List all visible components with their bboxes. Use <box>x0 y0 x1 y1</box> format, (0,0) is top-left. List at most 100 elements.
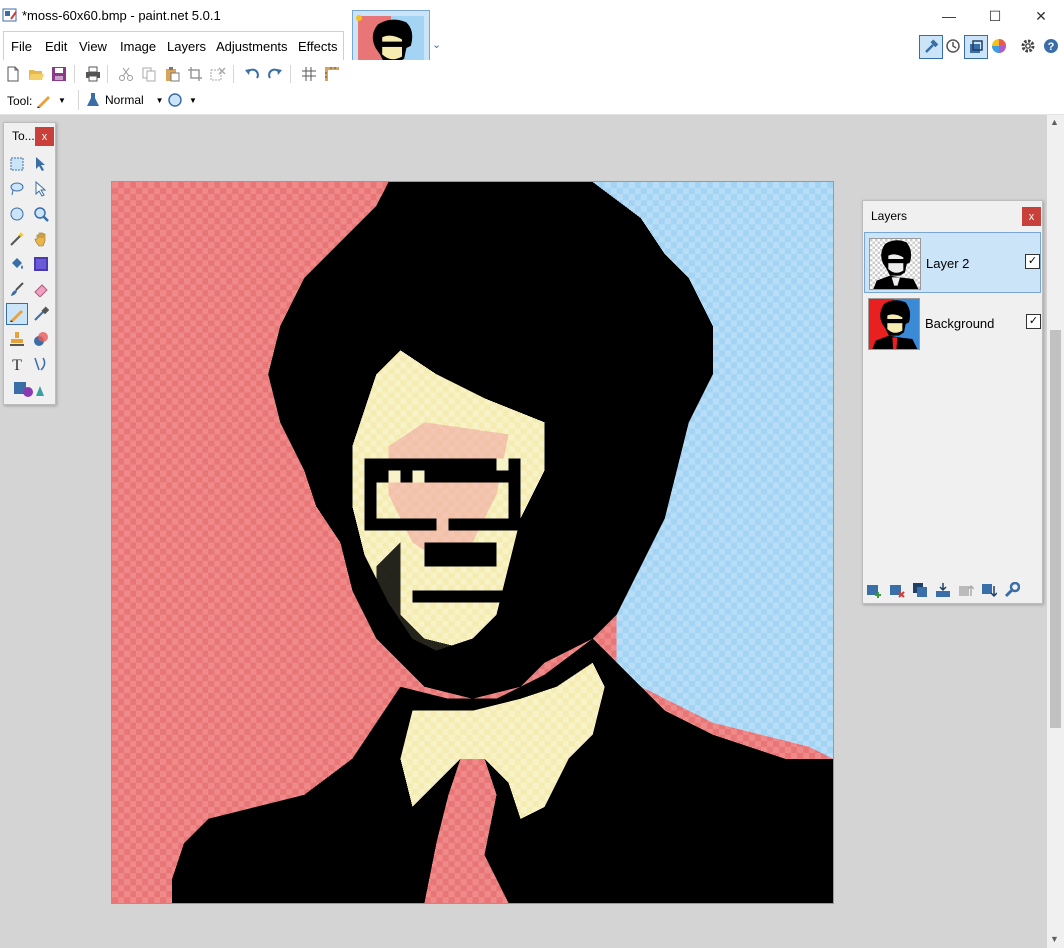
maximize-button[interactable]: ☐ <box>972 0 1018 32</box>
paintbrush-icon <box>11 282 24 296</box>
hammer-icon <box>925 39 939 53</box>
blend-mode-dropdown[interactable]: Normal ▼ <box>85 91 165 109</box>
move-selected-tool[interactable] <box>30 153 52 175</box>
magic-wand-icon <box>10 232 24 246</box>
shapes-tool[interactable] <box>12 378 46 400</box>
ellipse-select-icon <box>10 207 24 221</box>
layers-window-close-button[interactable]: x <box>1022 207 1041 226</box>
menu-layers[interactable]: Layers <box>167 39 206 54</box>
layers-icon <box>970 40 983 53</box>
pan-tool[interactable] <box>30 228 52 250</box>
paint-bucket-icon <box>12 258 23 269</box>
merge-layer-down-button[interactable] <box>934 581 952 599</box>
move-layer-down-button[interactable] <box>980 581 998 599</box>
rulers-button[interactable] <box>322 64 342 84</box>
deselect-button[interactable] <box>208 64 228 84</box>
lasso-icon <box>10 182 24 196</box>
move-selection-tool[interactable] <box>30 178 52 200</box>
cut-button[interactable] <box>116 64 136 84</box>
duplicate-layer-button[interactable] <box>911 581 929 599</box>
pencil-tool[interactable] <box>6 303 28 325</box>
save-button[interactable] <box>49 64 69 84</box>
color-wheel-icon <box>992 39 1006 53</box>
text-tool[interactable]: T <box>6 353 28 375</box>
menu-adjustments[interactable]: Adjustments <box>216 39 288 54</box>
print-button[interactable] <box>83 64 103 84</box>
merge-down-icon <box>936 583 950 597</box>
paste-button[interactable] <box>162 64 182 84</box>
undo-icon <box>245 68 259 79</box>
antialiasing-dropdown[interactable]: ▼ <box>167 91 199 109</box>
crop-button[interactable] <box>185 64 205 84</box>
paste-icon <box>166 67 180 82</box>
text-icon: T <box>12 357 22 372</box>
crop-icon <box>188 67 202 81</box>
paintbrush-tool[interactable] <box>6 278 28 300</box>
checkmark-icon: ✓ <box>1027 255 1038 267</box>
tool-picker[interactable]: ▼ <box>36 91 68 109</box>
layer-visibility-checkbox[interactable]: ✓ <box>1026 314 1041 329</box>
redo-button[interactable] <box>265 64 285 84</box>
close-button[interactable]: ✕ <box>1018 0 1064 32</box>
pixel-grid-button[interactable] <box>299 64 319 84</box>
scroll-down-arrow-icon[interactable]: ▼ <box>1050 934 1059 944</box>
image-canvas[interactable] <box>111 181 834 904</box>
colors-toggle-button[interactable] <box>988 35 1010 57</box>
scrollbar-thumb[interactable] <box>1050 330 1061 728</box>
delete-layer-icon <box>890 585 905 598</box>
recolor-tool[interactable] <box>30 328 52 350</box>
zoom-tool[interactable] <box>30 203 52 225</box>
line-curve-tool[interactable] <box>30 353 52 375</box>
history-toggle-button[interactable] <box>942 35 964 57</box>
layer-properties-button[interactable] <box>1003 581 1021 599</box>
eraser-icon <box>34 284 48 297</box>
ellipse-select-tool[interactable] <box>6 203 28 225</box>
rectangle-select-tool[interactable] <box>6 153 28 175</box>
add-layer-button[interactable] <box>865 581 883 599</box>
lasso-select-tool[interactable] <box>6 178 28 200</box>
svg-text:?: ? <box>1048 41 1055 53</box>
help-button[interactable]: ? <box>1040 35 1062 57</box>
background-layer-thumbnail <box>868 298 920 350</box>
zoom-icon <box>34 207 49 222</box>
magic-wand-tool[interactable] <box>6 228 28 250</box>
tools-window-title: To... <box>12 129 35 143</box>
close-icon: ✕ <box>1035 7 1047 24</box>
new-button[interactable] <box>3 64 23 84</box>
menu-effects[interactable]: Effects <box>298 39 338 54</box>
paint-bucket-tool[interactable] <box>6 253 28 275</box>
move-layer-up-button[interactable] <box>957 581 975 599</box>
delete-layer-button[interactable] <box>888 581 906 599</box>
clone-stamp-tool[interactable] <box>6 328 28 350</box>
menu-file[interactable]: File <box>11 39 32 54</box>
toolbar-separator <box>74 65 75 83</box>
undo-button[interactable] <box>242 64 262 84</box>
menu-view[interactable]: View <box>79 39 107 54</box>
layer-row-background[interactable]: Background ✓ <box>864 293 1041 352</box>
copy-button[interactable] <box>139 64 159 84</box>
open-button[interactable] <box>26 64 46 84</box>
layer-visibility-checkbox[interactable]: ✓ <box>1025 254 1040 269</box>
settings-button[interactable] <box>1017 35 1039 57</box>
layers-toggle-button[interactable] <box>964 35 988 59</box>
tool-label: Tool: <box>7 94 33 108</box>
menu-image[interactable]: Image <box>120 39 156 54</box>
wrench-icon <box>1004 582 1020 598</box>
layer-row-layer-2[interactable]: Layer 2 ✓ <box>864 232 1041 293</box>
tab-overflow-chevron-icon[interactable]: ⌄ <box>432 38 441 51</box>
menu-edit[interactable]: Edit <box>45 39 67 54</box>
svg-text:T: T <box>12 357 22 372</box>
history-icon <box>946 39 960 53</box>
minimize-button[interactable]: — <box>926 0 972 32</box>
gradient-tool[interactable] <box>30 253 52 275</box>
color-picker-tool[interactable] <box>30 303 52 325</box>
eraser-tool[interactable] <box>30 278 52 300</box>
scissors-icon <box>119 67 133 81</box>
recolor-icon <box>34 332 48 346</box>
scroll-up-arrow-icon[interactable]: ▲ <box>1050 117 1059 127</box>
tools-window-close-button[interactable]: x <box>35 127 54 146</box>
tools-toggle-button[interactable] <box>919 35 943 59</box>
stamp-icon <box>10 332 24 346</box>
antialiasing-icon <box>168 93 182 107</box>
paintnet-app-icon[interactable] <box>2 7 18 23</box>
